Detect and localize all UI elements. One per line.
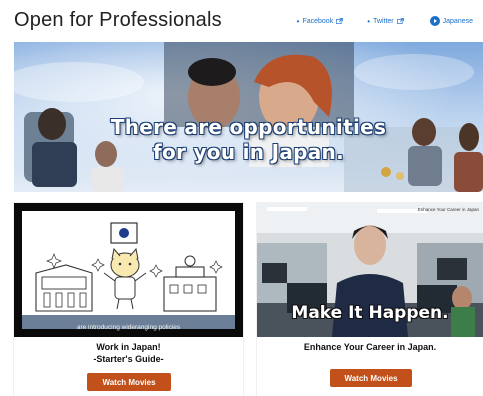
video-thumbnail-starters-guide[interactable]: are introducing wideranging policies	[14, 203, 243, 337]
card-title: Enhance Your Career in Japan.	[303, 342, 437, 352]
card-enhance-career: Enhance Your Career in Japan Make It Hap…	[257, 203, 483, 396]
facebook-link[interactable]: • Facebook	[297, 17, 344, 26]
twitter-link[interactable]: • Twitter	[367, 16, 404, 26]
language-switch-link[interactable]: Japanese	[429, 16, 473, 26]
thumbnail-caption: are introducing wideranging policies	[76, 324, 181, 331]
top-links: • Facebook • Twitter Japanese	[273, 16, 473, 26]
site-header: Open for Professionals • Facebook • Twit…	[0, 0, 483, 42]
hero-headline-line-2: for you in Japan.	[153, 140, 344, 164]
bullet-icon: •	[367, 16, 371, 26]
thumbnail-corner-label: Enhance Your Career in Japan	[417, 207, 479, 212]
thumbnail-caption: Make It Happen.	[291, 303, 449, 323]
watch-movies-button[interactable]: Watch Movies	[87, 373, 171, 391]
external-link-icon	[336, 18, 344, 24]
hero-banner[interactable]: There are opportunities for you in Japan…	[14, 42, 483, 192]
page-title: Open for Professionals	[14, 9, 222, 31]
hero-headline-line-1: There are opportunities	[110, 115, 387, 139]
external-link-icon	[396, 18, 404, 24]
video-thumbnail-make-it-happen[interactable]: Enhance Your Career in Japan Make It Hap…	[257, 203, 483, 337]
play-circle-icon	[429, 16, 440, 26]
card-work-in-japan: are introducing wideranging policies Wor…	[14, 203, 243, 396]
watch-movies-button[interactable]: Watch Movies	[330, 369, 412, 387]
illustration-image	[14, 203, 243, 337]
language-switch-label: Japanese	[442, 17, 473, 25]
card-title-line-1: Work in Japan!	[96, 342, 161, 352]
bullet-icon: •	[296, 16, 300, 26]
facebook-link-label: Facebook	[302, 17, 334, 25]
twitter-link-label: Twitter	[373, 17, 394, 25]
card-title-line-2: -Starter's Guide-	[93, 354, 164, 364]
card-title: Work in Japan! -Starter's Guide-	[14, 341, 243, 365]
